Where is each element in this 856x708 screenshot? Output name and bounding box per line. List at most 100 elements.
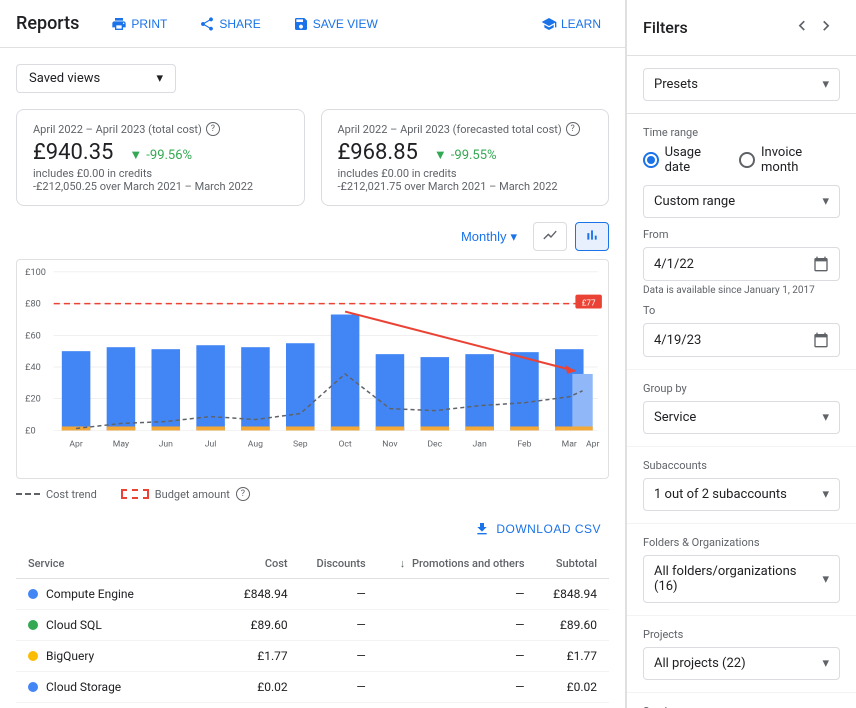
subtotal-cell-4: £0.01 <box>537 703 610 708</box>
bar-chart-button[interactable] <box>575 222 609 251</box>
filters-panel: Filters Presets ▾ Time range Usage date … <box>626 0 856 708</box>
subtotal-cell-2: £1.77 <box>537 641 610 672</box>
subtotal-cell-3: £0.02 <box>537 672 610 703</box>
download-label: DOWNLOAD CSV <box>496 522 601 536</box>
subtotal-cell-1: £89.60 <box>537 610 610 641</box>
save-icon <box>293 16 309 32</box>
share-icon <box>199 16 215 32</box>
col-discounts: Discounts <box>300 549 378 579</box>
budget-amount-label: Budget amount <box>155 488 230 501</box>
print-button[interactable]: PRINT <box>103 12 175 36</box>
cost-cell-2: £1.77 <box>227 641 299 672</box>
cost-cell-0: £848.94 <box>227 579 299 610</box>
invoice-month-radio[interactable]: Invoice month <box>739 145 840 175</box>
usage-date-radio[interactable]: Usage date <box>643 145 727 175</box>
total-cost-card: April 2022 – April 2023 (total cost) ? £… <box>16 109 305 206</box>
table-row: Cloud Storage £0.02 — — £0.02 <box>16 672 609 703</box>
svg-text:Dec: Dec <box>427 439 442 449</box>
service-cell-0: Compute Engine <box>16 579 227 610</box>
monthly-button[interactable]: Monthly ▾ <box>453 225 525 249</box>
service-name: Compute Engine <box>46 587 134 601</box>
forecasted-cost-help-icon[interactable]: ? <box>566 122 580 136</box>
presets-dropdown[interactable]: Presets ▾ <box>643 68 840 101</box>
cost-cell-1: £89.60 <box>227 610 299 641</box>
service-name: Cloud Storage <box>46 680 121 694</box>
service-color-dot <box>28 682 38 692</box>
projects-value: All projects (22) <box>654 656 746 671</box>
svg-text:Aug: Aug <box>248 439 263 449</box>
total-cost-includes: includes £0.00 in credits <box>33 167 288 180</box>
subaccounts-label: Subaccounts <box>643 459 840 472</box>
saved-views-dropdown[interactable]: Saved views ▾ <box>16 64 176 93</box>
promotions-cell-4: — <box>378 703 537 708</box>
subaccounts-section: Subaccounts 1 out of 2 subaccounts ▾ <box>627 447 856 524</box>
discounts-cell-3: — <box>300 672 378 703</box>
svg-text:£60: £60 <box>25 331 41 341</box>
svg-text:Mar: Mar <box>562 439 577 449</box>
total-cost-change: ▼ -99.56% <box>129 147 192 163</box>
svg-text:Apr: Apr <box>69 439 83 449</box>
monthly-label: Monthly <box>461 229 507 244</box>
svg-text:Jun: Jun <box>159 439 174 449</box>
projects-dropdown[interactable]: All projects (22) ▾ <box>643 647 840 680</box>
total-cost-amount: £940.35 <box>33 140 113 165</box>
cost-cell-3: £0.02 <box>227 672 299 703</box>
summary-cards: April 2022 – April 2023 (total cost) ? £… <box>16 109 609 206</box>
learn-icon <box>541 16 557 32</box>
usage-date-radio-circle <box>643 152 659 168</box>
line-chart-button[interactable] <box>533 222 567 251</box>
time-range-radio-group: Usage date Invoice month <box>643 145 840 175</box>
promotions-cell-3: — <box>378 672 537 703</box>
learn-label: LEARN <box>561 17 601 31</box>
line-chart-icon <box>542 227 558 243</box>
discounts-cell-0: — <box>300 579 378 610</box>
cost-table: Service Cost Discounts ↓ Promotions and … <box>16 549 609 708</box>
from-date-hint: Data is available since January 1, 2017 <box>643 285 840 296</box>
forecasted-cost-amount: £968.85 <box>338 140 418 165</box>
service-name: BigQuery <box>46 649 94 663</box>
chart-controls: Monthly ▾ <box>16 222 609 251</box>
content-area: Saved views ▾ April 2022 – April 2023 (t… <box>0 48 625 708</box>
service-color-dot <box>28 589 38 599</box>
from-date-input[interactable]: 4/1/22 <box>643 247 840 281</box>
bar-chart-icon <box>584 227 600 243</box>
to-date-input[interactable]: 4/19/23 <box>643 323 840 357</box>
share-button[interactable]: SHARE <box>191 12 268 36</box>
from-label: From <box>643 228 840 241</box>
svg-text:Nov: Nov <box>382 439 397 449</box>
group-by-section: Group by Service ▾ <box>627 370 856 447</box>
group-by-value: Service <box>654 410 696 425</box>
presets-section: Presets ▾ <box>627 56 856 114</box>
group-by-dropdown[interactable]: Service ▾ <box>643 401 840 434</box>
cost-trend-dash-icon <box>16 493 40 495</box>
cost-trend-label: Cost trend <box>46 488 97 501</box>
save-view-label: SAVE VIEW <box>313 17 378 31</box>
table-row: Compute Engine £848.94 — — £848.94 <box>16 579 609 610</box>
saved-views-chevron-icon: ▾ <box>156 71 163 86</box>
forecasted-cost-title: April 2022 – April 2023 (forecasted tota… <box>338 122 593 136</box>
forecasted-cost-card: April 2022 – April 2023 (forecasted tota… <box>321 109 610 206</box>
subaccounts-chevron-icon: ▾ <box>822 487 829 502</box>
learn-button[interactable]: LEARN <box>533 12 609 36</box>
svg-text:Apr: Apr <box>586 439 600 449</box>
filters-title: Filters <box>643 18 688 37</box>
svg-text:£100: £100 <box>25 268 46 278</box>
custom-range-dropdown[interactable]: Custom range ▾ <box>643 185 840 218</box>
folders-orgs-chevron-icon: ▾ <box>822 572 829 587</box>
subaccounts-dropdown[interactable]: 1 out of 2 subaccounts ▾ <box>643 478 840 511</box>
group-by-chevron-icon: ▾ <box>822 410 829 425</box>
services-section: Services All services (14) ▾ <box>627 693 856 708</box>
discounts-cell-4: — <box>300 703 378 708</box>
collapse-filters-button[interactable] <box>788 12 840 43</box>
folders-orgs-dropdown[interactable]: All folders/organizations (16) ▾ <box>643 555 840 603</box>
presets-chevron-icon: ▾ <box>822 77 829 92</box>
svg-text:Oct: Oct <box>338 439 352 449</box>
download-csv-button[interactable]: DOWNLOAD CSV <box>466 517 609 541</box>
total-cost-help-icon[interactable]: ? <box>206 122 220 136</box>
projects-section: Projects All projects (22) ▾ <box>627 616 856 693</box>
download-icon <box>474 521 490 537</box>
svg-text:May: May <box>113 439 129 449</box>
budget-help-icon[interactable]: ? <box>236 487 250 501</box>
expand-icon <box>816 16 836 36</box>
save-view-button[interactable]: SAVE VIEW <box>285 12 386 36</box>
